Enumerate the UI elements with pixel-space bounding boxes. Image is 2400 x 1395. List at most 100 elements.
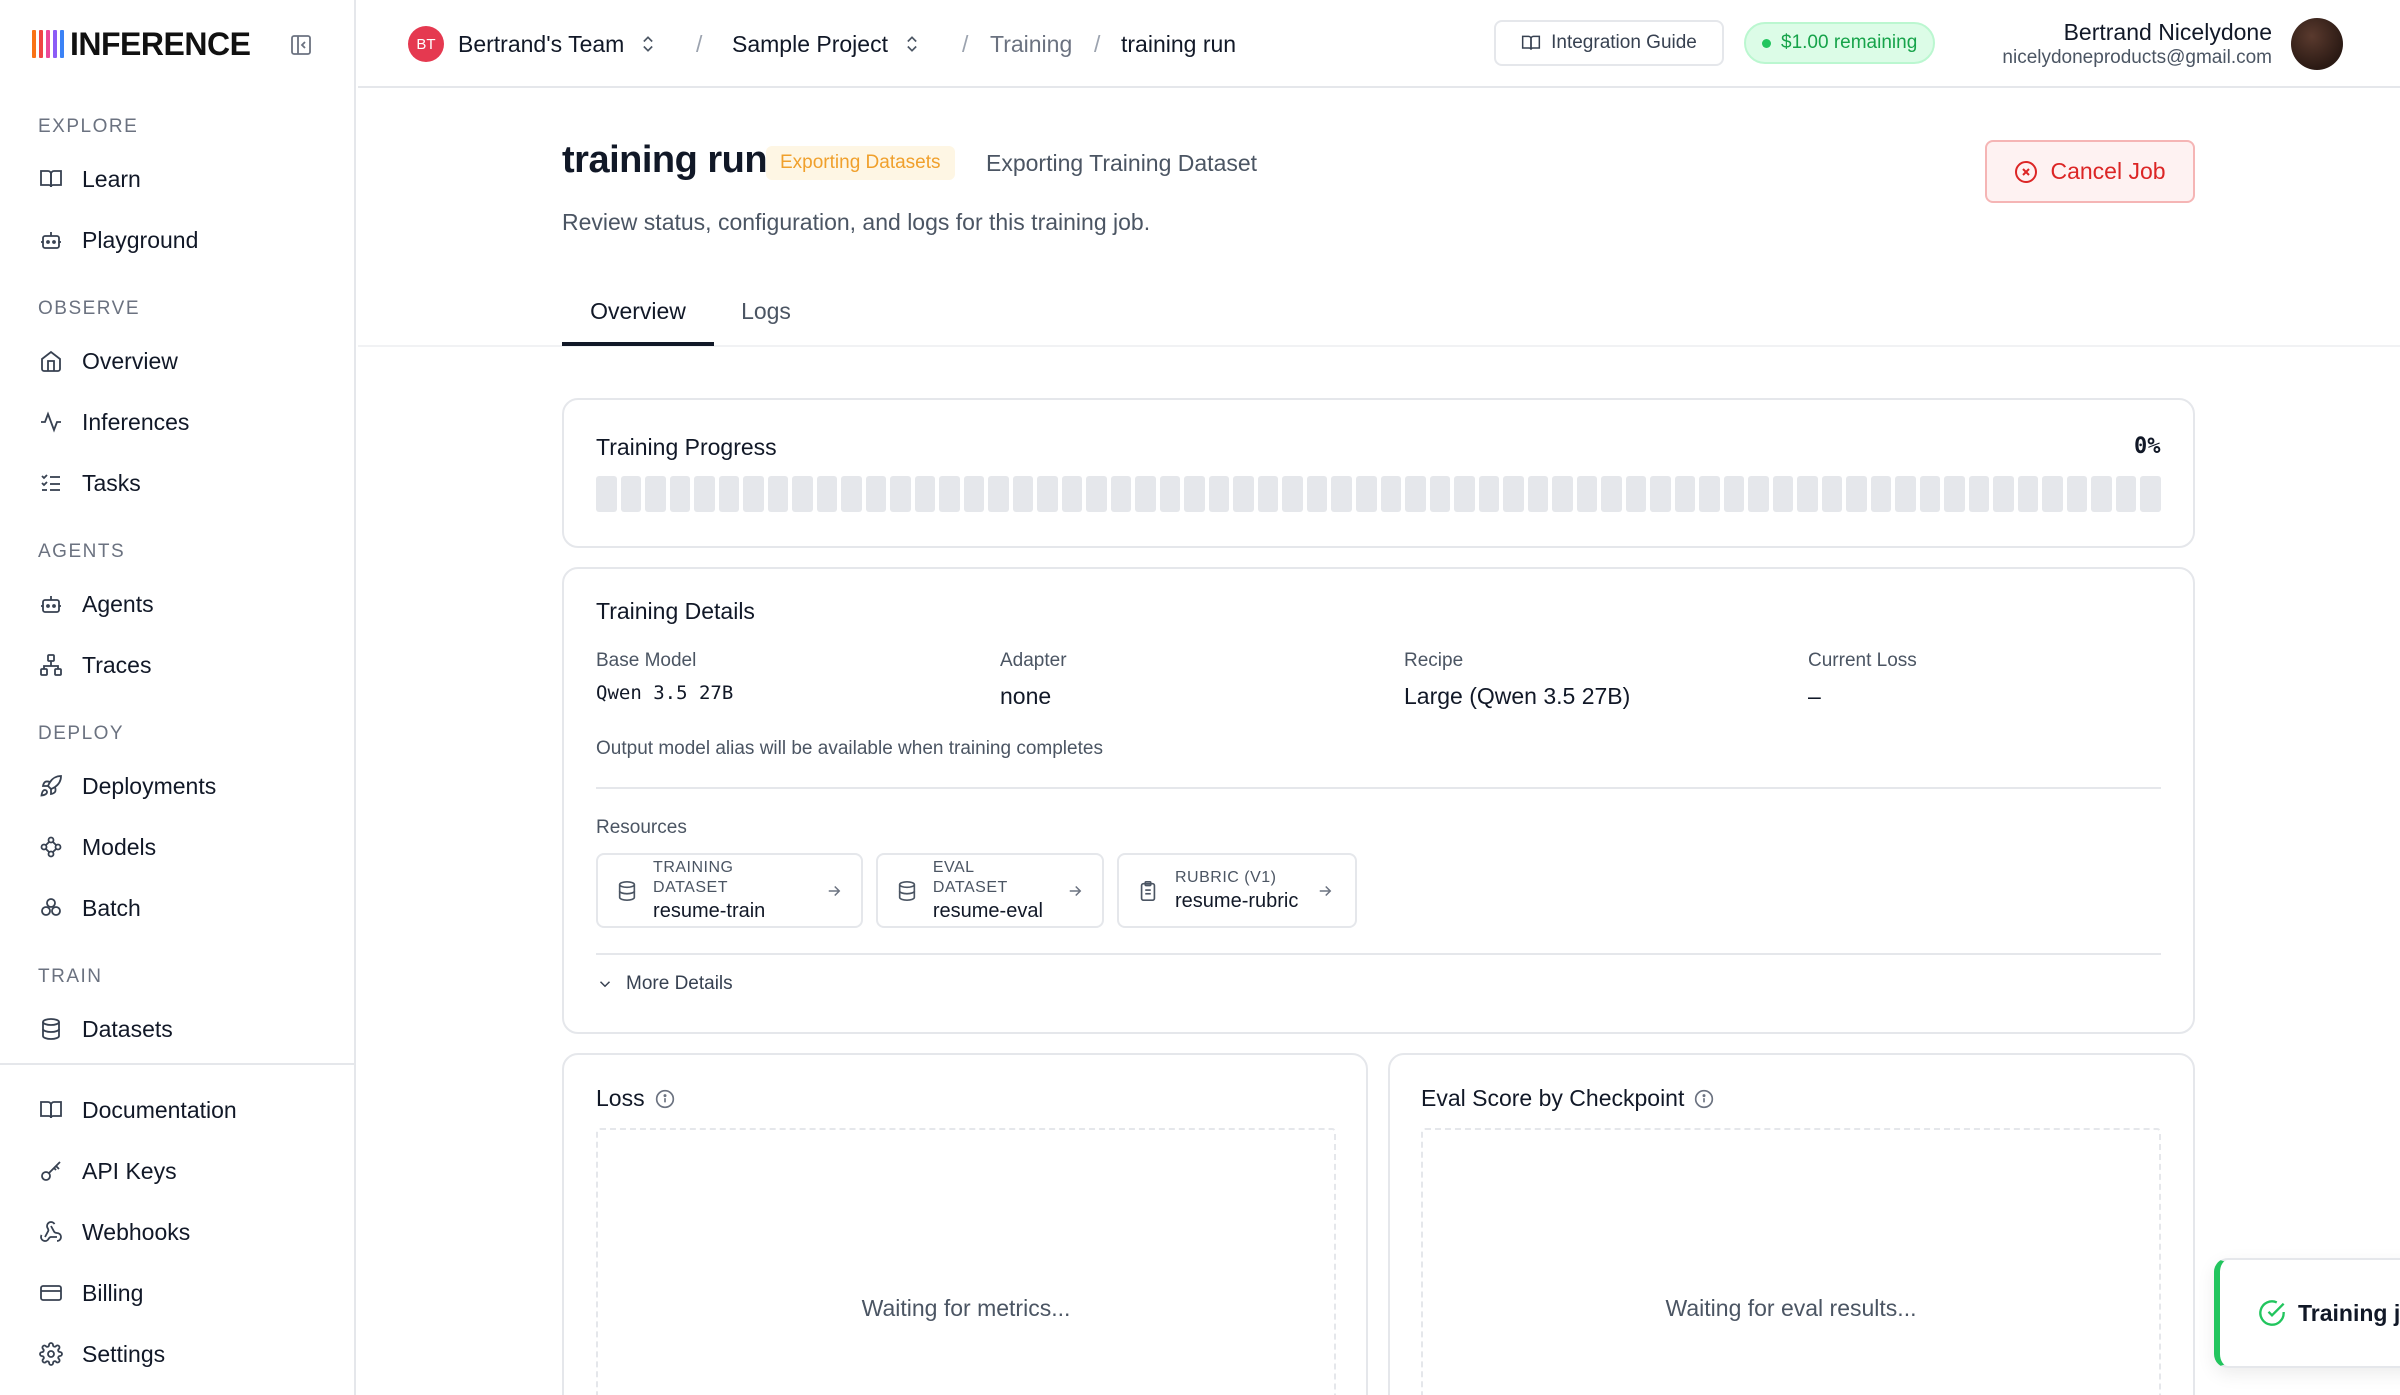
resource-rubric[interactable]: RUBRIC (V1) resume-rubric [1117,853,1357,928]
output-alias-hint: Output model alias will be available whe… [596,738,1103,759]
sidebar-item-label: Webhooks [82,1218,191,1245]
tab-overview[interactable]: Overview [562,294,714,346]
breadcrumb-training[interactable]: Training [990,0,1072,88]
sidebar-item-learn[interactable]: Learn [38,157,141,201]
breadcrumb-separator: / [696,30,703,57]
progress-segment [1625,476,1647,512]
progress-segment [1429,476,1451,512]
progress-segment [2066,476,2088,512]
progress-segment [1184,476,1205,512]
progress-segment [816,476,838,512]
team-switcher[interactable]: BT Bertrand's Team [408,0,658,88]
chevron-down-icon [599,981,611,988]
database-icon [896,880,919,902]
sidebar-item-batch[interactable]: Batch [38,886,141,930]
boxes-icon [38,895,64,921]
eval-title: Eval Score by Checkpoint [1421,1085,1685,1111]
info-icon[interactable] [655,1089,675,1109]
loss-title-row: Loss [596,1085,675,1112]
sidebar-item-label: API Keys [82,1157,177,1184]
sidebar-item-agents[interactable]: Agents [38,582,154,626]
details-divider [596,787,2161,789]
toast-notification[interactable]: Training jo [2214,1258,2400,1368]
sidebar-item-datasets[interactable]: Datasets [38,1007,173,1051]
resources-label: Resources [596,817,687,838]
progress-segment [841,476,862,512]
sidebar-item-models[interactable]: Models [38,825,156,869]
progress-segment [2140,476,2161,512]
project-switcher[interactable]: Sample Project [732,0,922,88]
sidebar-item-label: Batch [82,894,141,921]
current-loss-label: Current Loss [1808,650,1917,671]
sidebar-item-label: Overview [82,347,178,374]
arrow-right-icon [1316,882,1334,900]
user-email: nicelydoneproducts@gmail.com [2002,47,2272,68]
recipe-label: Recipe [1404,650,1464,671]
sidebar-item-label: Deployments [82,772,217,799]
sidebar-divider [0,1063,356,1065]
sidebar-item-billing[interactable]: Billing [38,1271,143,1315]
progress-segment [1895,476,1916,512]
progress-segment [1552,476,1573,512]
progress-segment [1012,476,1034,512]
bot-icon [38,227,64,253]
credits-badge[interactable]: $1.00 remaining [1744,22,1936,64]
sidebar-item-api-keys[interactable]: API Keys [38,1149,177,1193]
progress-segment [1601,476,1622,512]
progress-segment [767,476,789,512]
nav-section-agents: AGENTS [38,541,126,562]
progress-segment [1061,476,1083,512]
status-detail: Exporting Training Dataset [986,150,1258,176]
info-icon[interactable] [1694,1089,1714,1109]
user-name: Bertrand Nicelydone [2063,19,2272,45]
progress-segment [1208,476,1230,512]
progress-segment [1282,476,1303,512]
progress-segment [1135,476,1156,512]
progress-segment [1257,476,1279,512]
sidebar-item-inferences[interactable]: Inferences [38,400,189,444]
resource-kind: RUBRIC (V1) [1175,868,1277,886]
app-logo[interactable]: INFERENCE [32,26,251,62]
progress-segment [1478,476,1500,512]
progress-segment [1919,476,1941,512]
progress-segment [718,476,740,512]
progress-segment [743,476,764,512]
progress-segment [596,476,617,512]
progress-segment [1110,476,1132,512]
arrow-right-icon [1066,882,1084,900]
sidebar-item-documentation[interactable]: Documentation [38,1088,237,1132]
progress-segment [914,476,936,512]
progress-segment [1797,476,1818,512]
book-icon [38,1097,64,1123]
progress-segment [1650,476,1671,512]
more-details-toggle[interactable]: More Details [596,973,733,995]
integration-guide-button[interactable]: Integration Guide [1494,20,1724,66]
sidebar-item-label: Settings [82,1340,166,1367]
progress-segment [1306,476,1328,512]
sidebar-item-playground[interactable]: Playground [38,218,198,262]
sidebar-item-tasks[interactable]: Tasks [38,461,141,505]
book-icon [1522,35,1541,50]
progress-segment [1405,476,1426,512]
tab-logs[interactable]: Logs [714,294,818,346]
resource-eval-dataset[interactable]: EVAL DATASET resume-eval [876,853,1104,928]
cancel-job-button[interactable]: Cancel Job [1985,140,2195,203]
sidebar-item-overview[interactable]: Overview [38,339,178,383]
progress-segment [865,476,887,512]
progress-segment [1454,476,1475,512]
sidebar-item-label: Datasets [82,1015,173,1042]
training-progress-card [562,398,2195,548]
resource-training-dataset[interactable]: TRAINING DATASET resume-train [596,853,863,928]
user-info[interactable]: Bertrand Nicelydone nicelydoneproducts@g… [2002,18,2272,70]
sidebar-item-deployments[interactable]: Deployments [38,764,216,808]
database-icon [616,880,639,902]
avatar[interactable] [2291,18,2343,70]
sidebar-item-settings[interactable]: Settings [38,1332,165,1376]
progress-segment [1723,476,1745,512]
sidebar-item-webhooks[interactable]: Webhooks [38,1210,190,1254]
sidebar-collapse-button[interactable] [286,30,316,60]
progress-segment [1576,476,1598,512]
sidebar-item-traces[interactable]: Traces [38,643,151,687]
progress-segment [963,476,985,512]
check-circle-icon [2259,1300,2285,1326]
